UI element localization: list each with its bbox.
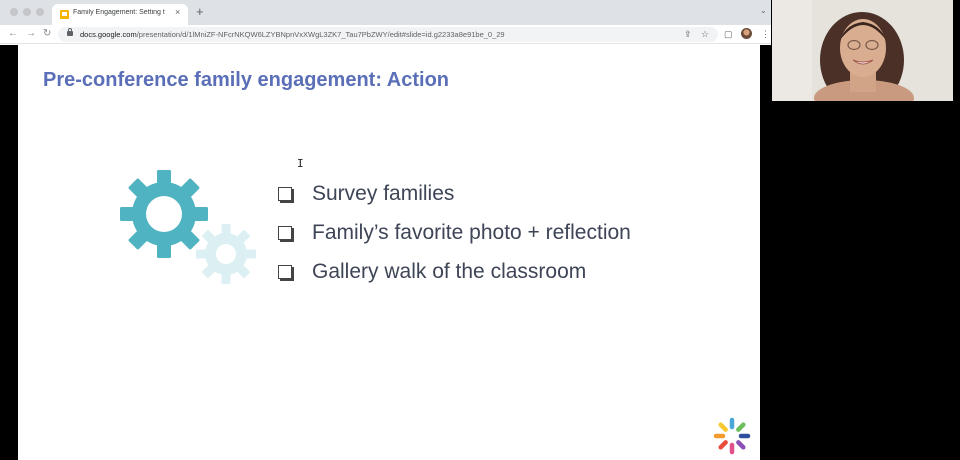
bullet-text: Family’s favorite photo + reflection (312, 221, 631, 244)
participant-video-tile (772, 0, 953, 101)
back-button[interactable]: ← (8, 27, 18, 41)
presentation-view: Pre-conference family engagement: Action (0, 45, 771, 460)
gear-icon (120, 170, 208, 258)
minimize-window-button[interactable] (23, 8, 31, 16)
bullet-text: Gallery walk of the classroom (312, 260, 587, 283)
tab-close-icon[interactable]: × (175, 7, 180, 17)
forward-button[interactable]: → (26, 27, 36, 41)
side-panel-icon[interactable]: ▢ (724, 29, 733, 39)
slide-title: Pre-conference family engagement: Action (43, 69, 450, 91)
tab-strip: Family Engagement: Setting t × + ⌄ (0, 0, 771, 25)
browser-menu-icon[interactable]: ⋮ (761, 29, 770, 39)
screen: Family Engagement: Setting t × + ⌄ ← → ↻… (0, 0, 960, 460)
browser-window: Family Engagement: Setting t × + ⌄ ← → ↻… (0, 0, 771, 460)
participant-video-feed (772, 0, 953, 101)
text-cursor-icon: I (297, 157, 304, 170)
slides-favicon-icon (60, 10, 69, 19)
slide[interactable]: Pre-conference family engagement: Action (18, 45, 760, 460)
bullet-text: Survey families (312, 182, 455, 205)
reload-button[interactable]: ↻ (43, 27, 51, 41)
url-text: docs.google.com/presentation/d/1lMniZF-N… (80, 30, 505, 39)
address-bar[interactable]: docs.google.com/presentation/d/1lMniZF-N… (58, 27, 718, 42)
gear-icon (196, 224, 256, 284)
checkbox-icon (278, 226, 292, 240)
browser-toolbar: ← → ↻ docs.google.com/presentation/d/1lM… (0, 25, 771, 44)
url-host: docs.google.com (80, 30, 137, 39)
close-window-button[interactable] (10, 8, 18, 16)
new-tab-button[interactable]: + (196, 5, 204, 19)
tab-title: Family Engagement: Setting t (73, 9, 165, 16)
pinwheel-logo (713, 417, 751, 455)
zoom-window-button[interactable] (36, 8, 44, 16)
checkbox-icon (278, 187, 292, 201)
tab-search-chevron-icon[interactable]: ⌄ (760, 6, 767, 15)
share-icon[interactable]: ⇪ (684, 29, 692, 39)
url-path: /presentation/d/1lMniZF-NFcrNKQW6LZYBNpn… (136, 30, 505, 39)
bookmark-star-icon[interactable]: ☆ (701, 29, 709, 39)
browser-tab[interactable]: Family Engagement: Setting t × (52, 4, 188, 25)
gears-illustration (120, 170, 256, 284)
lock-icon (67, 28, 73, 36)
profile-avatar[interactable] (741, 28, 752, 39)
checkbox-icon (278, 265, 292, 279)
